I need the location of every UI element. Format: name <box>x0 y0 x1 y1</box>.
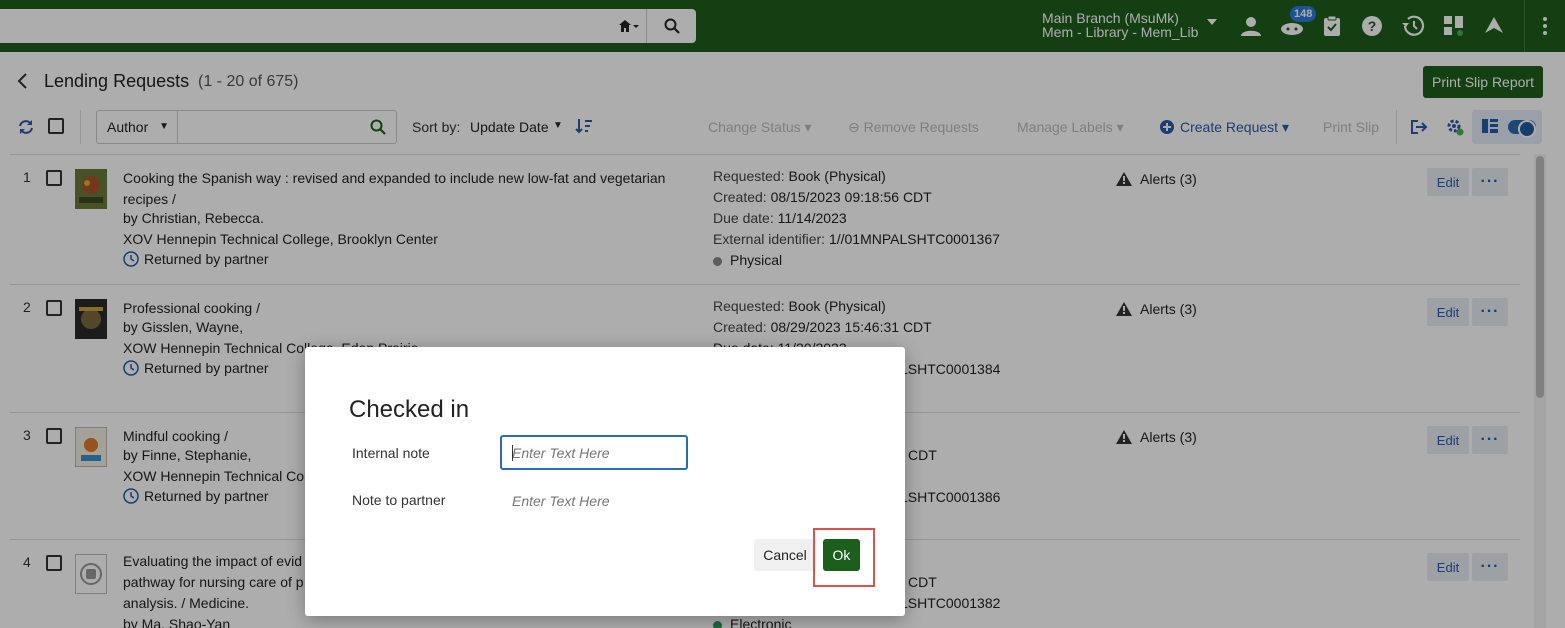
internal-note-label: Internal note <box>352 445 430 461</box>
internal-note-input[interactable] <box>500 435 688 470</box>
dialog-title: Checked in <box>349 396 470 423</box>
checked-in-dialog: Checked in Internal note Note to partner… <box>305 347 905 616</box>
note-to-partner-label: Note to partner <box>352 492 446 508</box>
cancel-button[interactable]: Cancel <box>754 539 816 571</box>
note-to-partner-input[interactable] <box>502 490 688 512</box>
ok-button[interactable]: Ok <box>823 539 860 571</box>
text-cursor <box>512 445 513 461</box>
